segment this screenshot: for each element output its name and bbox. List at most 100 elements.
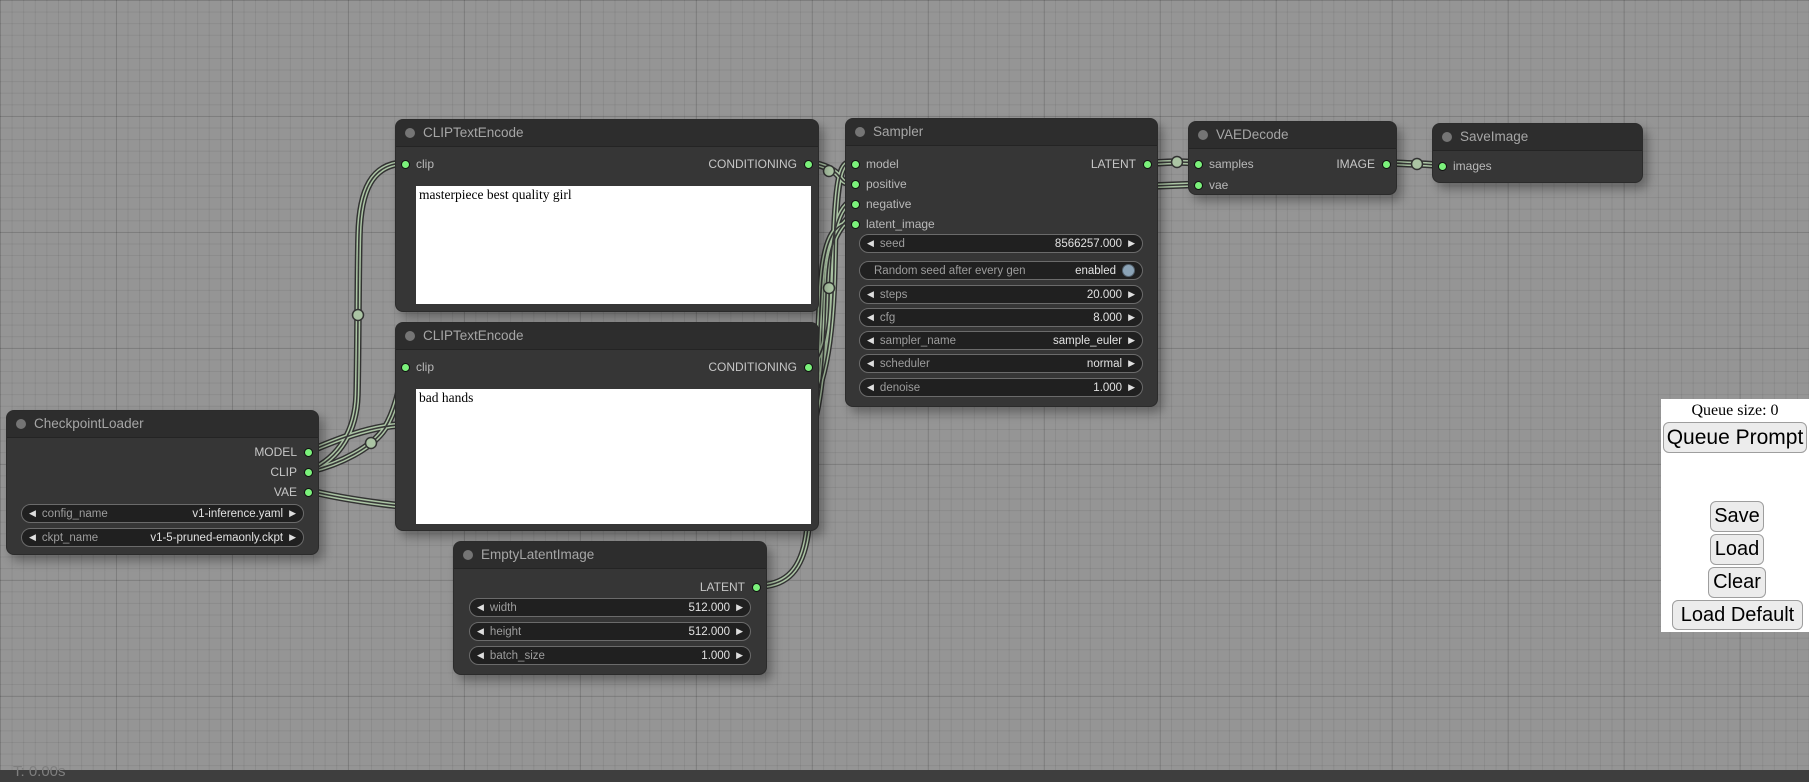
node-save-image[interactable]: SaveImage images bbox=[1432, 123, 1643, 183]
node-sampler[interactable]: Sampler model positive negative latent_i… bbox=[845, 118, 1158, 407]
node-title-bar[interactable]: CLIPTextEncode bbox=[396, 323, 818, 350]
node-title-bar[interactable]: SaveImage bbox=[1433, 124, 1642, 151]
decrement-arrow-icon[interactable]: ◀ bbox=[29, 528, 36, 547]
input-port-clip[interactable] bbox=[401, 160, 410, 169]
decrement-arrow-icon[interactable]: ◀ bbox=[867, 234, 874, 253]
node-title-bar[interactable]: CLIPTextEncode bbox=[396, 120, 818, 147]
widget-scheduler[interactable]: ◀ scheduler normal ▶ bbox=[859, 354, 1143, 373]
output-port-model[interactable] bbox=[304, 448, 313, 457]
node-title-bar[interactable]: VAEDecode bbox=[1189, 122, 1396, 149]
increment-arrow-icon[interactable]: ▶ bbox=[736, 622, 743, 641]
output-port-conditioning[interactable] bbox=[804, 363, 813, 372]
decrement-arrow-icon[interactable]: ◀ bbox=[867, 285, 874, 304]
increment-arrow-icon[interactable]: ▶ bbox=[736, 598, 743, 617]
node-title: Sampler bbox=[873, 119, 923, 145]
load-button[interactable]: Load bbox=[1710, 534, 1764, 565]
output-label-clip: CLIP bbox=[270, 465, 297, 479]
decrement-arrow-icon[interactable]: ◀ bbox=[867, 331, 874, 350]
widget-height[interactable]: ◀ height 512.000 ▶ bbox=[469, 622, 751, 641]
queue-prompt-button[interactable]: Queue Prompt bbox=[1663, 422, 1807, 453]
increment-arrow-icon[interactable]: ▶ bbox=[289, 504, 296, 523]
output-port-latent[interactable] bbox=[752, 583, 761, 592]
input-port-negative[interactable] bbox=[851, 200, 860, 209]
node-title-bar[interactable]: EmptyLatentImage bbox=[454, 542, 766, 569]
decrement-arrow-icon[interactable]: ◀ bbox=[867, 308, 874, 327]
output-port-vae[interactable] bbox=[304, 488, 313, 497]
decrement-arrow-icon[interactable]: ◀ bbox=[477, 646, 484, 665]
node-clip-text-encode-positive[interactable]: CLIPTextEncode clip CONDITIONING masterp… bbox=[395, 119, 819, 312]
prompt-textarea[interactable]: masterpiece best quality girl bbox=[416, 186, 811, 304]
input-port-model[interactable] bbox=[851, 160, 860, 169]
output-port-conditioning[interactable] bbox=[804, 160, 813, 169]
queue-size-label: Queue size: 0 bbox=[1661, 402, 1809, 420]
decrement-arrow-icon[interactable]: ◀ bbox=[477, 598, 484, 617]
output-label-latent: LATENT bbox=[1091, 157, 1136, 171]
graph-canvas[interactable]: CheckpointLoader MODEL CLIP VAE ◀ config… bbox=[0, 0, 1809, 782]
output-label-vae: VAE bbox=[274, 485, 297, 499]
input-label-negative: negative bbox=[866, 197, 911, 211]
input-port-clip[interactable] bbox=[401, 363, 410, 372]
increment-arrow-icon[interactable]: ▶ bbox=[1128, 285, 1135, 304]
output-label-conditioning: CONDITIONING bbox=[708, 360, 797, 374]
decrement-arrow-icon[interactable]: ◀ bbox=[867, 378, 874, 397]
increment-arrow-icon[interactable]: ▶ bbox=[1128, 331, 1135, 350]
increment-arrow-icon[interactable]: ▶ bbox=[1128, 234, 1135, 253]
input-label-model: model bbox=[866, 157, 899, 171]
widget-random-seed-toggle[interactable]: Random seed after every gen enabled bbox=[859, 261, 1143, 280]
collapse-dot-icon[interactable] bbox=[855, 127, 865, 137]
node-clip-text-encode-negative[interactable]: CLIPTextEncode clip CONDITIONING bad han… bbox=[395, 322, 819, 531]
increment-arrow-icon[interactable]: ▶ bbox=[1128, 354, 1135, 373]
widget-batch-size[interactable]: ◀ batch_size 1.000 ▶ bbox=[469, 646, 751, 665]
output-label-conditioning: CONDITIONING bbox=[708, 157, 797, 171]
input-label-positive: positive bbox=[866, 177, 907, 191]
output-port-image[interactable] bbox=[1382, 160, 1391, 169]
widget-cfg[interactable]: ◀ cfg 8.000 ▶ bbox=[859, 308, 1143, 327]
output-label-model: MODEL bbox=[254, 445, 297, 459]
collapse-dot-icon[interactable] bbox=[1442, 132, 1452, 142]
toggle-dot-icon[interactable] bbox=[1122, 264, 1135, 277]
node-title: VAEDecode bbox=[1216, 122, 1289, 148]
decrement-arrow-icon[interactable]: ◀ bbox=[29, 504, 36, 523]
decrement-arrow-icon[interactable]: ◀ bbox=[477, 622, 484, 641]
widget-width[interactable]: ◀ width 512.000 ▶ bbox=[469, 598, 751, 617]
output-port-latent[interactable] bbox=[1143, 160, 1152, 169]
decrement-arrow-icon[interactable]: ◀ bbox=[867, 354, 874, 373]
input-port-images[interactable] bbox=[1438, 162, 1447, 171]
node-checkpoint-loader[interactable]: CheckpointLoader MODEL CLIP VAE ◀ config… bbox=[6, 410, 319, 555]
collapse-dot-icon[interactable] bbox=[405, 128, 415, 138]
node-vae-decode[interactable]: VAEDecode samples vae IMAGE bbox=[1188, 121, 1397, 195]
input-label-latent-image: latent_image bbox=[866, 217, 935, 231]
node-empty-latent-image[interactable]: EmptyLatentImage LATENT ◀ width 512.000 … bbox=[453, 541, 767, 675]
node-title: CLIPTextEncode bbox=[423, 323, 524, 349]
collapse-dot-icon[interactable] bbox=[1198, 130, 1208, 140]
increment-arrow-icon[interactable]: ▶ bbox=[736, 646, 743, 665]
widget-ckpt-name[interactable]: ◀ ckpt_name v1-5-pruned-emaonly.ckpt ▶ bbox=[21, 528, 304, 547]
input-port-vae[interactable] bbox=[1194, 181, 1203, 190]
collapse-dot-icon[interactable] bbox=[405, 331, 415, 341]
input-label-images: images bbox=[1453, 159, 1492, 173]
output-label-latent: LATENT bbox=[700, 580, 745, 594]
collapse-dot-icon[interactable] bbox=[463, 550, 473, 560]
widget-config-name[interactable]: ◀ config_name v1-inference.yaml ▶ bbox=[21, 504, 304, 523]
prompt-textarea[interactable]: bad hands bbox=[416, 389, 811, 524]
increment-arrow-icon[interactable]: ▶ bbox=[1128, 308, 1135, 327]
load-default-button[interactable]: Load Default bbox=[1672, 600, 1803, 630]
node-title-bar[interactable]: Sampler bbox=[846, 119, 1157, 146]
input-port-samples[interactable] bbox=[1194, 160, 1203, 169]
collapse-dot-icon[interactable] bbox=[16, 419, 26, 429]
node-title-bar[interactable]: CheckpointLoader bbox=[7, 411, 318, 438]
increment-arrow-icon[interactable]: ▶ bbox=[289, 528, 296, 547]
widget-steps[interactable]: ◀ steps 20.000 ▶ bbox=[859, 285, 1143, 304]
increment-arrow-icon[interactable]: ▶ bbox=[1128, 378, 1135, 397]
input-port-latent-image[interactable] bbox=[851, 220, 860, 229]
clear-button[interactable]: Clear bbox=[1708, 567, 1766, 598]
widget-sampler-name[interactable]: ◀ sampler_name sample_euler ▶ bbox=[859, 331, 1143, 350]
output-port-clip[interactable] bbox=[304, 468, 313, 477]
save-button[interactable]: Save bbox=[1710, 501, 1764, 532]
widget-denoise[interactable]: ◀ denoise 1.000 ▶ bbox=[859, 378, 1143, 397]
output-label-image: IMAGE bbox=[1336, 157, 1375, 171]
widget-seed[interactable]: ◀ seed 8566257.000 ▶ bbox=[859, 234, 1143, 253]
input-port-positive[interactable] bbox=[851, 180, 860, 189]
node-title: CheckpointLoader bbox=[34, 411, 144, 437]
node-title: SaveImage bbox=[1460, 124, 1528, 150]
